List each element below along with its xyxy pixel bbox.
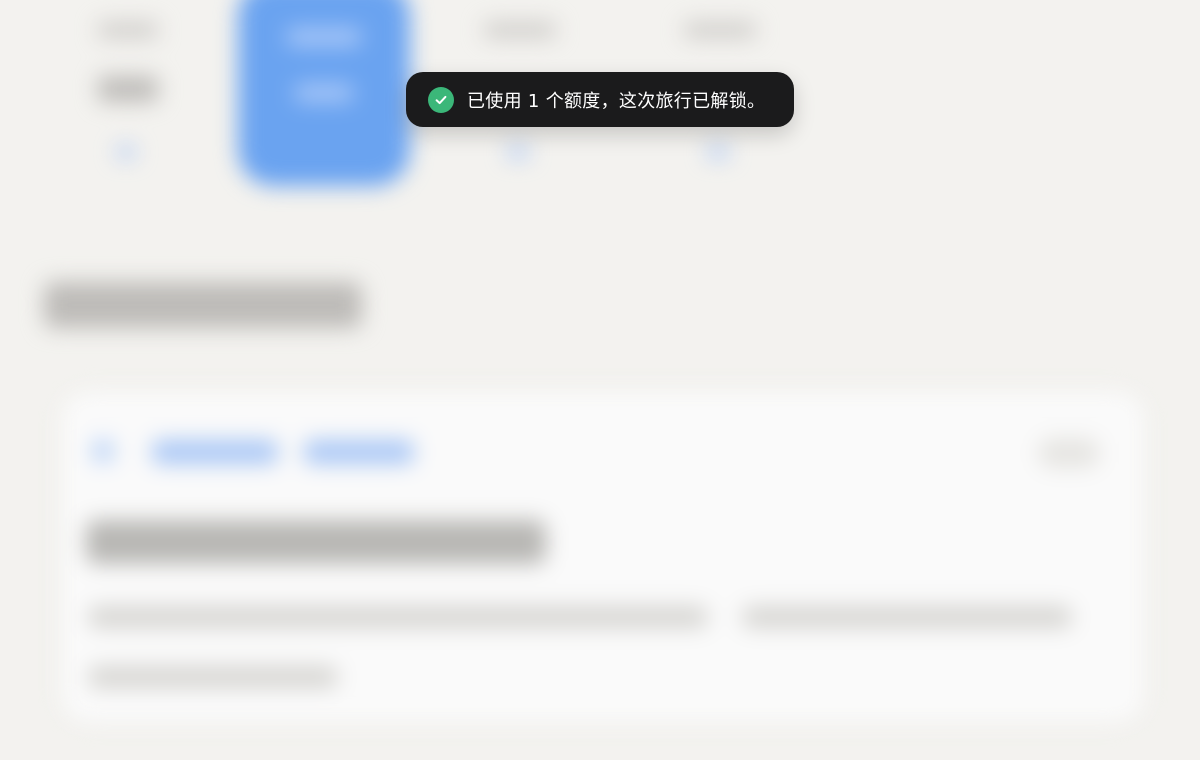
card-tag [304,440,414,464]
toast-notification: 已使用 1 个额度，这次旅行已解锁。 [406,72,794,127]
top-tab-item[interactable] [80,0,180,190]
card-icon [92,440,114,462]
active-tab-item[interactable] [238,0,410,186]
card-text-line [88,666,338,688]
check-circle-icon [428,86,454,113]
card-action[interactable] [1038,438,1100,468]
card-text-line [742,606,1072,628]
content-card[interactable] [62,392,1144,722]
card-text-line [88,606,708,628]
card-tag [152,440,278,464]
section-title [44,282,362,328]
card-headline [86,520,546,564]
toast-message: 已使用 1 个额度，这次旅行已解锁。 [467,90,766,112]
